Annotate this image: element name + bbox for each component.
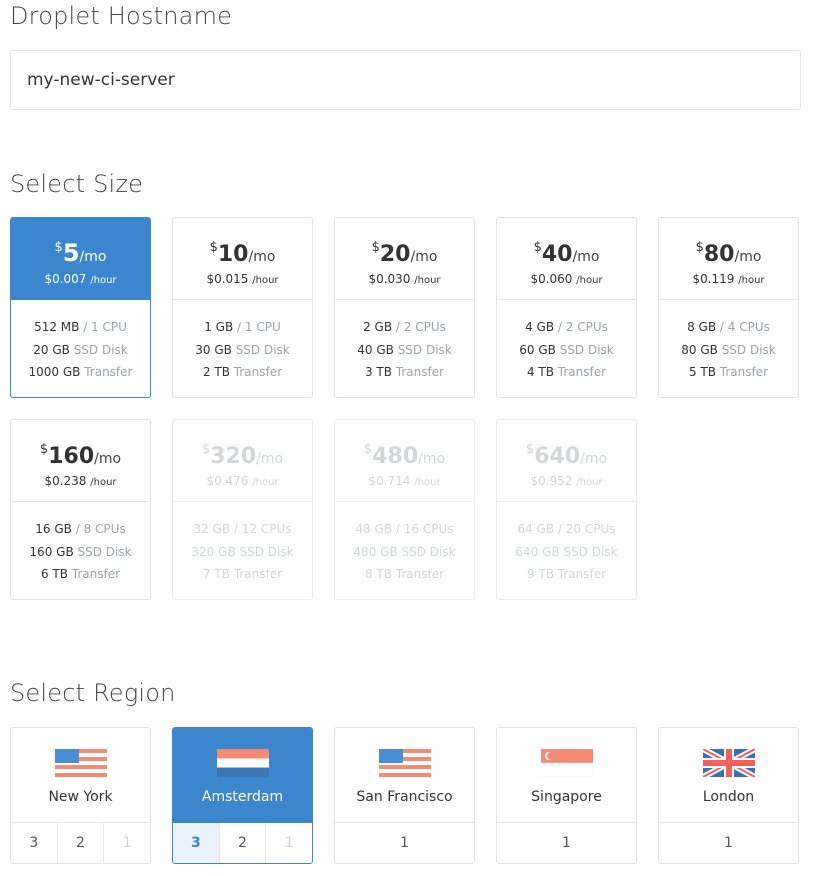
region-name: Singapore (531, 789, 602, 805)
size-hourly-price: $0.119 /hour (692, 272, 765, 286)
size-hourly-price: $0.714 /hour (368, 474, 441, 488)
us-flag-icon (54, 749, 107, 777)
datacenter-option[interactable]: 2 (58, 823, 105, 863)
region-option-san-francisco[interactable]: San Francisco 1 (334, 727, 475, 864)
region-option-amsterdam[interactable]: Amsterdam 3 2 1 (172, 727, 313, 864)
datacenter-option[interactable]: 2 (220, 823, 267, 863)
singapore-flag-icon (540, 749, 593, 777)
size-specs: 4 GB / 2 CPUs 60 GB SSD Disk 4 TB Transf… (519, 320, 614, 379)
region-option-singapore[interactable]: Singapore 1 (496, 727, 637, 864)
uk-flag-icon (702, 749, 755, 777)
datacenter-option[interactable]: 3 (11, 823, 58, 863)
size-option-320: $320/mo $0.476 /hour 32 GB / 12 CPUs 320… (172, 419, 313, 600)
size-monthly-price: $320/mo (201, 442, 284, 469)
size-monthly-price: $20/mo (371, 240, 438, 267)
hostname-input[interactable] (10, 50, 801, 110)
size-monthly-price: $160/mo (39, 442, 122, 469)
size-specs: 1 GB / 1 CPU 30 GB SSD Disk 2 TB Transfe… (195, 320, 290, 379)
size-specs: 2 GB / 2 CPUs 40 GB SSD Disk 3 TB Transf… (357, 320, 452, 379)
region-section-title: Select Region (10, 679, 176, 707)
size-specs: 48 GB / 16 CPUs 480 GB SSD Disk 8 TB Tra… (353, 522, 456, 581)
region-name: San Francisco (356, 789, 453, 805)
size-specs: 512 MB / 1 CPU 20 GB SSD Disk 1000 GB Tr… (28, 320, 133, 379)
region-option-london[interactable]: London 1 (658, 727, 799, 864)
datacenter-option[interactable]: 1 (497, 823, 636, 863)
size-hourly-price: $0.476 /hour (206, 474, 279, 488)
size-specs: 32 GB / 12 CPUs 320 GB SSD Disk 7 TB Tra… (191, 522, 294, 581)
size-hourly-price: $0.952 /hour (530, 474, 603, 488)
datacenter-option[interactable]: 1 (335, 823, 474, 863)
netherlands-flag-icon (216, 749, 269, 777)
region-name: New York (48, 789, 113, 805)
size-hourly-price: $0.007 /hour (44, 272, 117, 286)
datacenter-option: 1 (122, 835, 132, 851)
region-name: Amsterdam (201, 789, 284, 805)
size-option-5[interactable]: $5/mo $0.007 /hour 512 MB / 1 CPU 20 GB … (10, 217, 151, 398)
size-section-title: Select Size (10, 170, 144, 198)
size-monthly-price: $80/mo (695, 240, 762, 267)
hostname-section-title: Droplet Hostname (10, 2, 233, 30)
size-option-10[interactable]: $10/mo $0.015 /hour 1 GB / 1 CPU 30 GB S… (172, 217, 313, 398)
size-specs: 64 GB / 20 CPUs 640 GB SSD Disk 9 TB Tra… (515, 522, 618, 581)
datacenter-option[interactable]: 3 (173, 823, 220, 863)
size-hourly-price: $0.060 /hour (530, 272, 603, 286)
size-specs: 16 GB / 8 CPUs 160 GB SSD Disk 6 TB Tran… (29, 522, 132, 581)
region-option-new-york[interactable]: New York 3 2 1 (10, 727, 151, 864)
size-monthly-price: $10/mo (209, 240, 276, 267)
region-name: London (702, 789, 755, 805)
size-monthly-price: $480/mo (363, 442, 446, 469)
size-monthly-price: $640/mo (525, 442, 608, 469)
datacenter-option: 1 (284, 835, 294, 851)
size-option-160[interactable]: $160/mo $0.238 /hour 16 GB / 8 CPUs 160 … (10, 419, 151, 600)
size-option-20[interactable]: $20/mo $0.030 /hour 2 GB / 2 CPUs 40 GB … (334, 217, 475, 398)
size-hourly-price: $0.030 /hour (368, 272, 441, 286)
size-monthly-price: $40/mo (533, 240, 600, 267)
size-specs: 8 GB / 4 CPUs 80 GB SSD Disk 5 TB Transf… (681, 320, 776, 379)
datacenter-option[interactable]: 1 (659, 823, 798, 863)
size-option-640: $640/mo $0.952 /hour 64 GB / 20 CPUs 640… (496, 419, 637, 600)
size-monthly-price: $5/mo (54, 239, 107, 267)
size-option-480: $480/mo $0.714 /hour 48 GB / 16 CPUs 480… (334, 419, 475, 600)
size-option-80[interactable]: $80/mo $0.119 /hour 8 GB / 4 CPUs 80 GB … (658, 217, 799, 398)
us-flag-icon (378, 749, 431, 777)
size-hourly-price: $0.238 /hour (44, 474, 117, 488)
size-hourly-price: $0.015 /hour (206, 272, 279, 286)
size-option-40[interactable]: $40/mo $0.060 /hour 4 GB / 2 CPUs 60 GB … (496, 217, 637, 398)
